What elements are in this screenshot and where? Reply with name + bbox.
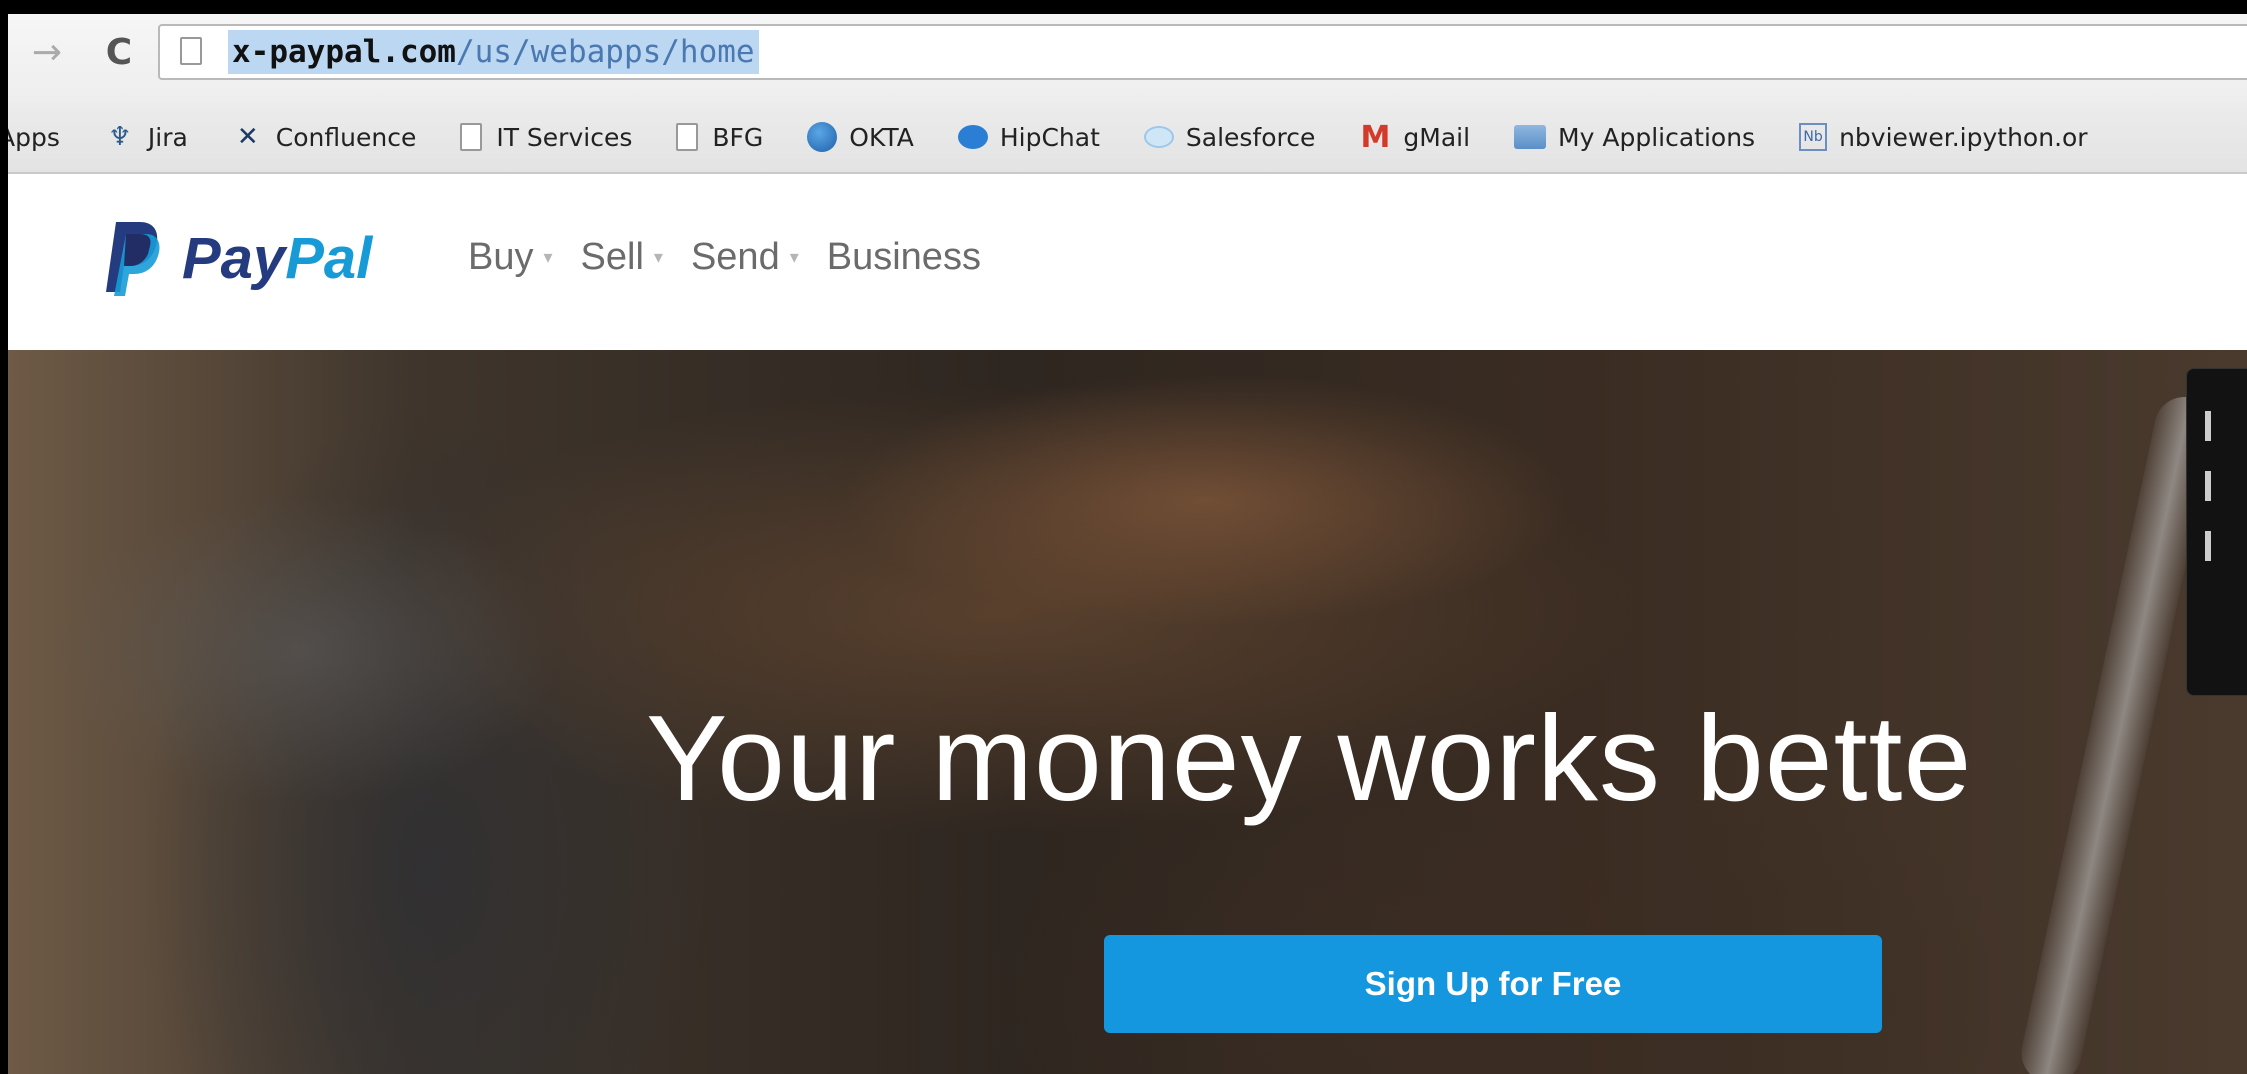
bookmark-label: HipChat <box>999 122 1100 152</box>
bookmark-gmail[interactable]: M gMail <box>1359 119 1471 155</box>
hero-banner: Your money works bette Sign Up for Free <box>8 350 2247 1074</box>
bookmark-label: Salesforce <box>1185 122 1316 152</box>
bookmark-my-applications[interactable]: My Applications <box>1514 123 1755 152</box>
sign-up-button[interactable]: Sign Up for Free <box>1104 935 1882 1033</box>
bookmark-label: My Applications <box>1558 122 1756 152</box>
salesforce-icon <box>1143 126 1174 148</box>
nav-label: Send <box>690 236 780 278</box>
okta-icon <box>807 122 838 152</box>
bookmark-hipchat[interactable]: HipChat <box>957 122 1100 152</box>
bookmark-label: Apps <box>8 122 60 152</box>
bookmark-it-services[interactable]: IT Services <box>460 123 632 152</box>
reload-button[interactable]: C <box>92 24 146 80</box>
panel-edge <box>2205 411 2211 441</box>
reload-icon: C <box>105 31 133 73</box>
folder-icon <box>1514 125 1547 149</box>
nav-label: Business <box>826 236 981 278</box>
paypal-p-icon <box>106 222 160 296</box>
bookmark-bfg[interactable]: BFG <box>676 123 763 152</box>
nb-icon: Nb <box>1799 123 1828 151</box>
bookmark-apps[interactable]: Apps <box>8 123 60 152</box>
jira-icon: ♆ <box>108 122 132 152</box>
url-text[interactable]: x-paypal.com/us/webapps/home <box>228 30 759 74</box>
nav-label: Sell <box>580 236 644 278</box>
bookmark-label: nbviewer.ipython.or <box>1839 122 2088 152</box>
login-panel <box>2186 368 2247 696</box>
nav-sell[interactable]: Sell ▾ <box>581 236 663 279</box>
page-icon <box>460 123 483 151</box>
forward-button[interactable]: → <box>22 24 72 80</box>
bookmark-label: IT Services <box>496 122 633 152</box>
logo-pal: Pal <box>285 225 373 291</box>
bookmark-confluence[interactable]: ✕ Confluence <box>232 121 417 153</box>
gmail-icon: M <box>1360 119 1391 155</box>
page-icon <box>180 37 202 65</box>
bookmark-nbviewer[interactable]: Nb nbviewer.ipython.or <box>1799 123 2088 152</box>
site-header: PayPal Buy ▾ Sell ▾ Send ▾ Business <box>8 174 2247 350</box>
browser-toolbar: → C x-paypal.com/us/webapps/home <box>8 14 2247 102</box>
chevron-down-icon: ▾ <box>543 247 553 267</box>
browser-window: → C x-paypal.com/us/webapps/home Apps ♆ … <box>8 14 2247 1074</box>
nav-business[interactable]: Business <box>827 236 981 279</box>
nav-label: Buy <box>468 236 534 278</box>
address-bar[interactable]: x-paypal.com/us/webapps/home <box>158 24 2247 80</box>
bookmarks-bar: Apps ♆ Jira ✕ Confluence IT Services BFG… <box>8 102 2247 174</box>
hero-title: Your money works bette <box>646 690 1973 826</box>
paypal-wordmark: PayPal <box>182 225 372 292</box>
page-icon <box>676 123 699 151</box>
chevron-down-icon: ▾ <box>653 247 663 267</box>
bookmark-label: gMail <box>1403 122 1471 152</box>
bookmark-label: OKTA <box>849 122 914 152</box>
arrow-right-icon: → <box>31 31 63 73</box>
confluence-icon: ✕ <box>236 122 259 152</box>
url-host: x-paypal.com <box>232 34 456 70</box>
bookmark-okta[interactable]: OKTA <box>807 122 914 152</box>
url-path: /us/webapps/home <box>455 34 755 70</box>
chevron-down-icon: ▾ <box>789 247 799 267</box>
main-nav: Buy ▾ Sell ▾ Send ▾ Business <box>468 236 1009 279</box>
bookmark-label: Jira <box>147 122 188 152</box>
paypal-logo[interactable]: PayPal <box>102 218 372 298</box>
bookmark-salesforce[interactable]: Salesforce <box>1143 122 1316 152</box>
logo-pay: Pay <box>182 225 286 291</box>
nav-send[interactable]: Send ▾ <box>691 236 799 279</box>
bookmark-jira[interactable]: ♆ Jira <box>104 121 188 153</box>
hipchat-icon <box>957 125 988 149</box>
bookmark-label: Confluence <box>275 122 417 152</box>
nav-buy[interactable]: Buy ▾ <box>468 236 553 279</box>
bookmark-label: BFG <box>712 122 764 152</box>
